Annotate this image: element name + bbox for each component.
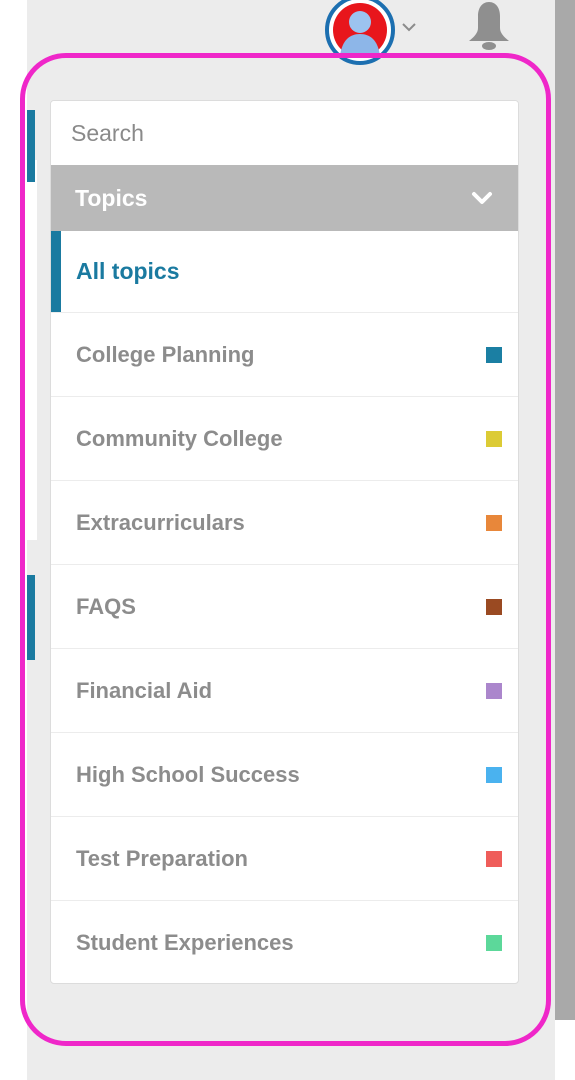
topic-label: All topics (76, 258, 180, 284)
background-card-edge (27, 160, 37, 540)
topic-item-extracurriculars[interactable]: Extracurriculars (51, 481, 518, 565)
topic-item-financial-aid[interactable]: Financial Aid (51, 649, 518, 733)
topic-item-high-school-success[interactable]: High School Success (51, 733, 518, 817)
topic-color-swatch (486, 850, 502, 867)
topics-header-label: Topics (75, 184, 148, 211)
topic-label: Financial Aid (76, 677, 213, 703)
topic-color-swatch (486, 346, 502, 363)
scrollbar-thumb[interactable] (555, 0, 575, 1020)
chevron-down-icon[interactable] (400, 18, 418, 36)
topic-item-all-topics[interactable]: All topics (51, 231, 518, 313)
topic-item-community-college[interactable]: Community College (51, 397, 518, 481)
bell-icon[interactable] (462, 0, 516, 52)
topic-label: High School Success (76, 761, 300, 787)
topic-color-swatch (486, 766, 502, 783)
background-accent-bar (27, 110, 35, 182)
user-avatar-icon[interactable] (322, 0, 396, 68)
topic-label: Student Experiences (76, 930, 294, 955)
topic-label: Test Preparation (76, 845, 248, 871)
topic-label: Extracurriculars (76, 509, 245, 535)
topic-color-swatch (486, 682, 502, 699)
topic-color-swatch (486, 514, 502, 531)
topic-label: College Planning (76, 341, 255, 367)
topic-item-student-experiences[interactable]: Student Experiences (51, 901, 518, 983)
topic-color-swatch (486, 935, 502, 951)
topic-item-test-preparation[interactable]: Test Preparation (51, 817, 518, 901)
topics-dropdown-header[interactable]: Topics (51, 165, 518, 231)
background-accent-bar (27, 575, 35, 660)
topic-list: All topics College Planning Community Co… (51, 231, 518, 983)
topic-item-college-planning[interactable]: College Planning (51, 313, 518, 397)
topic-color-swatch (486, 430, 502, 447)
topic-label: FAQS (76, 593, 136, 619)
search-input[interactable] (51, 101, 518, 165)
topic-item-faqs[interactable]: FAQS (51, 565, 518, 649)
left-gutter (0, 0, 27, 1080)
topic-label: Community College (76, 425, 283, 451)
topics-panel: Topics All topics College Planning Commu… (50, 100, 519, 984)
topic-color-swatch (486, 598, 502, 615)
chevron-down-icon[interactable] (470, 186, 494, 210)
